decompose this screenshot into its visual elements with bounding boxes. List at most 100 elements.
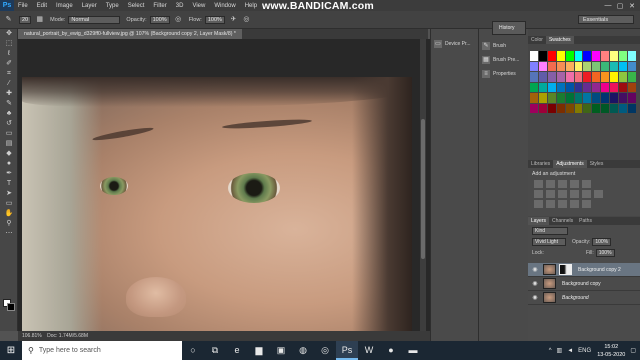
panel-brush-presets[interactable]: ▦ Brush Pre... — [479, 53, 528, 67]
panel-device-preview[interactable]: ▭ Device Pr... — [431, 37, 478, 51]
posterize-icon[interactable] — [546, 200, 555, 208]
color-balance-icon[interactable] — [546, 190, 555, 198]
color-swatch[interactable] — [601, 61, 610, 71]
color-swatch[interactable] — [610, 93, 619, 103]
document-tab[interactable]: natural_portrait_by_ewig_d329ff0-fullvie… — [18, 29, 242, 39]
color-swatch[interactable] — [628, 51, 636, 61]
scrollbar-thumb[interactable] — [421, 119, 425, 259]
color-swatch[interactable] — [592, 103, 601, 113]
color-swatch[interactable] — [628, 93, 636, 103]
eyedropper-tool-icon[interactable]: ⁄ — [0, 79, 18, 89]
clock[interactable]: 15:02 13-05-2020 — [597, 343, 625, 359]
network-icon[interactable]: ▥ — [557, 347, 563, 354]
color-swatch[interactable] — [619, 93, 628, 103]
start-button[interactable]: ⊞ — [0, 341, 22, 360]
photoshop-icon[interactable]: Ps — [336, 341, 358, 360]
color-swatch[interactable] — [565, 103, 574, 113]
brightness-contrast-icon[interactable] — [534, 180, 543, 188]
tray-chevron-icon[interactable]: ^ — [549, 348, 552, 354]
tab-channels[interactable]: Channels — [549, 217, 576, 225]
color-swatch[interactable] — [530, 72, 538, 82]
volume-icon[interactable]: ◄ — [567, 348, 573, 354]
color-swatch[interactable] — [583, 82, 592, 92]
color-swatch[interactable] — [538, 72, 547, 82]
color-swatch[interactable] — [583, 51, 592, 61]
color-swatch[interactable] — [547, 93, 556, 103]
color-swatch[interactable] — [610, 51, 619, 61]
background-color-swatch[interactable] — [7, 303, 15, 311]
color-swatch[interactable] — [565, 61, 574, 71]
menu-type[interactable]: Type — [106, 3, 119, 9]
eraser-tool-icon[interactable]: ▭ — [0, 129, 18, 139]
notifications-icon[interactable]: ▢ — [630, 347, 636, 354]
color-swatch[interactable] — [574, 72, 583, 82]
visibility-eye-icon[interactable]: ◉ — [531, 294, 539, 301]
color-swatch[interactable] — [547, 61, 556, 71]
tab-color[interactable]: Color — [528, 36, 546, 44]
history-panel-button[interactable]: History — [492, 21, 526, 35]
tab-swatches[interactable]: Swatches — [545, 36, 574, 44]
color-swatch[interactable] — [601, 72, 610, 82]
menu-filter[interactable]: Filter — [153, 3, 166, 9]
gradient-tool-icon[interactable]: ▤ — [0, 139, 18, 149]
blend-mode-select[interactable]: Vivid Light — [532, 237, 566, 246]
brush-tool-icon[interactable]: ✎ — [0, 99, 18, 109]
color-swatch[interactable] — [538, 82, 547, 92]
color-swatch[interactable] — [592, 61, 601, 71]
color-swatch[interactable] — [619, 72, 628, 82]
color-swatch[interactable] — [530, 82, 538, 92]
explorer-icon[interactable]: ▆ — [248, 341, 270, 360]
menu-image[interactable]: Image — [56, 3, 73, 9]
menu-help[interactable]: Help — [245, 3, 257, 9]
edge-icon[interactable]: e — [226, 341, 248, 360]
flow-field[interactable]: 100% — [204, 15, 225, 24]
color-swatch[interactable] — [574, 103, 583, 113]
color-lookup-icon[interactable] — [594, 190, 603, 198]
airbrush-icon[interactable]: ✈ — [229, 15, 238, 24]
brush-tool-icon[interactable]: ✎ — [4, 15, 13, 24]
color-swatch[interactable] — [538, 93, 547, 103]
color-swatch[interactable] — [628, 82, 636, 92]
menu-edit[interactable]: Edit — [37, 3, 47, 9]
healing-tool-icon[interactable]: ✚ — [0, 89, 18, 99]
blur-tool-icon[interactable]: ◆ — [0, 149, 18, 159]
color-swatch[interactable] — [574, 51, 583, 61]
opacity-field[interactable]: 100% — [149, 15, 170, 24]
color-swatch[interactable] — [565, 72, 574, 82]
dodge-tool-icon[interactable]: ● — [0, 159, 18, 169]
exposure-icon[interactable] — [570, 180, 579, 188]
menu-file[interactable]: File — [18, 3, 28, 9]
color-swatch[interactable] — [547, 103, 556, 113]
selective-color-icon[interactable] — [570, 200, 579, 208]
panel-brush[interactable]: ✎ Brush — [479, 39, 528, 53]
threshold-icon[interactable] — [558, 200, 567, 208]
tab-styles[interactable]: Styles — [587, 160, 607, 168]
menu-layer[interactable]: Layer — [82, 3, 97, 9]
color-swatch[interactable] — [619, 61, 628, 71]
color-swatch[interactable] — [574, 93, 583, 103]
pen-tool-icon[interactable]: ✒ — [0, 169, 18, 179]
pressure-opacity-icon[interactable]: ◎ — [174, 15, 183, 24]
color-swatch[interactable] — [565, 82, 574, 92]
color-swatch[interactable] — [556, 72, 565, 82]
color-swatch[interactable] — [583, 103, 592, 113]
tab-layers[interactable]: Layers — [528, 217, 550, 225]
color-swatch[interactable] — [610, 103, 619, 113]
stamp-tool-icon[interactable]: ♣ — [0, 109, 18, 119]
firefox-icon[interactable]: ◍ — [292, 341, 314, 360]
color-swatch[interactable] — [601, 82, 610, 92]
tab-paths[interactable]: Paths — [576, 217, 595, 225]
photo-filter-icon[interactable] — [570, 190, 579, 198]
color-swatch[interactable] — [628, 61, 636, 71]
color-swatch[interactable] — [530, 51, 538, 61]
color-swatch[interactable] — [601, 51, 610, 61]
brush-panel-icon[interactable]: ▦ — [35, 15, 44, 24]
zoom-level[interactable]: 106.81% — [22, 333, 42, 339]
canvas-area[interactable] — [18, 39, 430, 331]
panel-properties[interactable]: ≡ Properties — [479, 67, 528, 81]
quick-select-tool-icon[interactable]: ✐ — [0, 59, 18, 69]
color-swatch[interactable] — [565, 93, 574, 103]
color-swatch[interactable] — [556, 103, 565, 113]
color-swatch[interactable] — [556, 82, 565, 92]
color-swatch[interactable] — [583, 72, 592, 82]
